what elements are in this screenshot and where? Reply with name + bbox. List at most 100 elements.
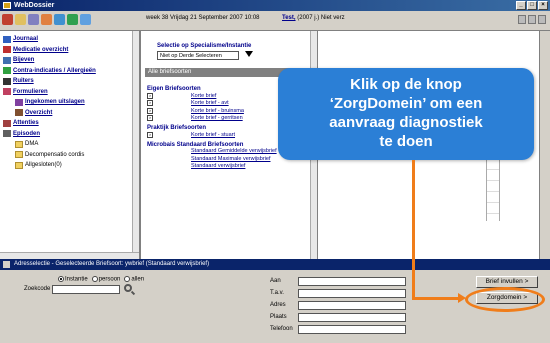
user-icon[interactable] <box>41 14 52 25</box>
mail-icon[interactable] <box>15 14 26 25</box>
radio-persoon[interactable]: persoon <box>91 276 120 283</box>
nav-item[interactable]: DMA <box>3 139 136 150</box>
stop-icon[interactable] <box>528 15 536 24</box>
address-label: Telefoon <box>270 326 293 332</box>
app-icon <box>3 2 11 9</box>
address-label: Adres <box>270 302 286 308</box>
zorgdomein-highlight <box>465 287 545 312</box>
patient-name[interactable]: Test, <box>282 15 296 21</box>
selection-label: Selectie op Specialisme/Instantie <box>157 43 252 49</box>
folder-icon <box>15 140 23 148</box>
zoekcode-input[interactable] <box>52 285 120 294</box>
expand-icon[interactable]: > <box>147 100 153 107</box>
nav-item-label: Bijeven <box>13 57 35 64</box>
nav-item-label: Journaal <box>13 36 39 43</box>
maximize-button[interactable]: □ <box>527 1 537 10</box>
nav-item[interactable]: Ruiters <box>3 76 136 87</box>
nav-item[interactable]: Contra-indicaties / Allergieën <box>3 66 136 77</box>
toolbar: week 38 Vrijdag 21 September 2007 10:08 … <box>0 11 550 31</box>
nav-item-label: Allgesloten(0) <box>25 162 62 169</box>
close-button[interactable]: × <box>538 1 548 10</box>
globe-icon[interactable] <box>67 14 78 25</box>
search-icon[interactable] <box>124 284 132 292</box>
letter-link[interactable]: Korte brief - bruinsma <box>191 108 244 114</box>
search-icon[interactable] <box>54 14 65 25</box>
nav-item-label: Episoden <box>13 130 41 137</box>
folder-icon <box>15 161 23 169</box>
nav-item-label: Contra-indicaties / Allergieën <box>13 67 96 74</box>
detail-scrollbar[interactable] <box>539 31 550 259</box>
nav-item[interactable]: Episoden <box>3 129 136 140</box>
expand-icon[interactable]: > <box>147 107 153 114</box>
nav-item-label: Medicatie overzicht <box>13 46 69 53</box>
instruction-callout: Klik op de knop ‘ZorgDomein’ om een aanv… <box>278 68 534 160</box>
radio-instantie[interactable]: Instantie <box>58 276 88 283</box>
navigation-tree: Journaal Medicatie overzicht Bijeven Contra… <box>0 31 141 259</box>
exit-icon[interactable] <box>538 15 546 24</box>
nav-item[interactable]: Decompensatio cordis <box>3 150 136 161</box>
rider-icon <box>3 77 11 85</box>
overview-icon <box>15 109 23 117</box>
radio-allen[interactable]: allen <box>124 276 144 283</box>
sheet-icon <box>3 56 11 64</box>
address-fields: Aan T.a.v. Adres Plaats Telefoon <box>270 275 406 335</box>
address-input[interactable] <box>298 324 406 334</box>
expand-icon[interactable]: > <box>147 92 153 99</box>
window-title: WebDossier <box>14 2 55 9</box>
letter-link[interactable]: Korte brief - gerritsen <box>191 115 243 121</box>
expand-icon[interactable]: > <box>147 115 153 122</box>
nav-item[interactable]: Overzicht <box>3 108 136 119</box>
nav-item[interactable]: Allgesloten(0) <box>3 160 136 171</box>
nav-hscrollbar[interactable] <box>0 252 139 259</box>
letter-link[interactable]: Korte brief <box>191 93 216 99</box>
nav-item[interactable]: Journaal <box>3 34 136 45</box>
nav-item[interactable]: Attenties <box>3 118 136 129</box>
nav-item[interactable]: Bijeven <box>3 55 136 66</box>
nav-item-label: Overzicht <box>25 109 53 116</box>
nav-item[interactable]: Medicatie overzicht <box>3 45 136 56</box>
letter-link[interactable]: Standaard Gemiddelde verwijsbrief <box>191 148 277 154</box>
warning-icon <box>3 67 11 75</box>
address-row: Adres <box>270 299 406 311</box>
zoekcode-label: Zoekcode <box>24 286 51 292</box>
episode-icon <box>3 130 11 138</box>
print-icon[interactable] <box>518 15 526 24</box>
address-label: Aan <box>270 278 281 284</box>
expand-icon[interactable]: > <box>147 131 153 138</box>
nav-item-label: Ingekomen uitslagen <box>25 99 85 106</box>
filter-icon[interactable] <box>245 51 253 57</box>
address-input[interactable] <box>298 276 406 286</box>
status-text: Adresselectie - Geselecteerde Briefsoort… <box>14 261 210 267</box>
status-icon <box>3 261 10 268</box>
callout-arrow-line <box>412 160 415 300</box>
letter-link[interactable]: Standaard verwijsbrief <box>191 163 245 169</box>
patient-details: (2007 j.) Niet verz <box>297 15 345 21</box>
nav-item-label: Ruiters <box>13 78 34 85</box>
nav-item-label: Formulieren <box>13 88 48 95</box>
title-bar: WebDossier _ □ × <box>0 0 550 11</box>
date-info: week 38 Vrijdag 21 September 2007 10:08 <box>146 15 260 21</box>
nav-scrollbar[interactable] <box>132 31 139 259</box>
search-type-radios: Instantie persoon allen <box>58 276 144 283</box>
home-icon[interactable] <box>2 14 13 25</box>
flag-icon[interactable] <box>80 14 91 25</box>
nav-item[interactable]: Formulieren <box>3 87 136 98</box>
minimize-button[interactable]: _ <box>516 1 526 10</box>
address-input[interactable] <box>298 312 406 322</box>
tools-icon[interactable] <box>28 14 39 25</box>
nav-item[interactable]: Ingekomen uitslagen <box>3 97 136 108</box>
letter-row: Standaard verwijsbrief <box>147 163 315 171</box>
letter-link[interactable]: Korte brief - stuart <box>191 132 235 138</box>
status-bar: Adresselectie - Geselecteerde Briefsoort… <box>0 259 550 270</box>
specialism-select[interactable]: Niet op Derde Selecteren <box>157 51 239 60</box>
inbox-icon <box>15 98 23 106</box>
address-row: Aan <box>270 275 406 287</box>
window-controls: _ □ × <box>516 1 548 10</box>
toolbar-right-icons <box>518 15 546 24</box>
medication-icon <box>3 46 11 54</box>
letter-link[interactable]: Standaard Maximale verwijsbrief <box>191 156 270 162</box>
callout-text: Klik op de knop ‘ZorgDomein’ om een aanv… <box>329 76 483 150</box>
address-input[interactable] <box>298 300 406 310</box>
address-input[interactable] <box>298 288 406 298</box>
letter-link[interactable]: Korte brief - avt <box>191 100 229 106</box>
